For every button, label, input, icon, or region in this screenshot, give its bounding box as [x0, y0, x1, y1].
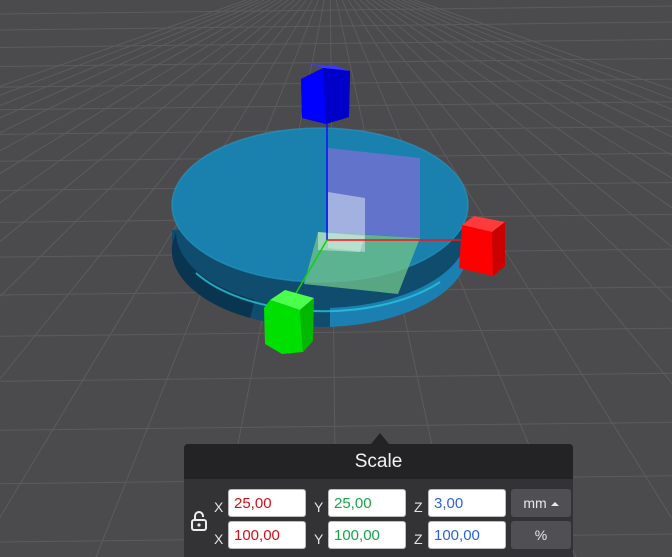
panel-pointer	[371, 433, 389, 444]
mm-z-label: Z	[414, 499, 423, 515]
width-percent-input[interactable]: 100,00	[228, 521, 306, 549]
panel-title: Scale	[184, 444, 573, 479]
height-mm-input[interactable]: 3,00	[428, 489, 506, 517]
y-handle-cube-handle-icon[interactable]	[264, 290, 314, 354]
caret-up-icon	[550, 502, 559, 506]
unit-label-mm: mm	[523, 495, 547, 511]
x-handle-cube-handle-icon[interactable]	[459, 216, 505, 276]
mm-x-label: X	[214, 499, 224, 515]
scale-panel: Scale X 25,00 Y 25,00 Z 3,00 mm X 100,00…	[184, 444, 573, 557]
percent-y-label: Y	[314, 531, 324, 547]
depth-percent-input[interactable]: 100,00	[328, 521, 406, 549]
disc-model[interactable]	[171, 127, 469, 327]
percent-x-label: X	[214, 531, 224, 547]
percent-z-label: Z	[414, 531, 423, 547]
mm-y-label: Y	[314, 499, 324, 515]
percent-unit-button[interactable]: %	[511, 521, 571, 549]
height-percent-input[interactable]: 100,00	[428, 521, 506, 549]
unlock-icon[interactable]	[190, 511, 208, 531]
unit-dropdown-button[interactable]: mm	[511, 489, 571, 517]
width-mm-input[interactable]: 25,00	[228, 489, 306, 517]
depth-mm-input[interactable]: 25,00	[328, 489, 406, 517]
